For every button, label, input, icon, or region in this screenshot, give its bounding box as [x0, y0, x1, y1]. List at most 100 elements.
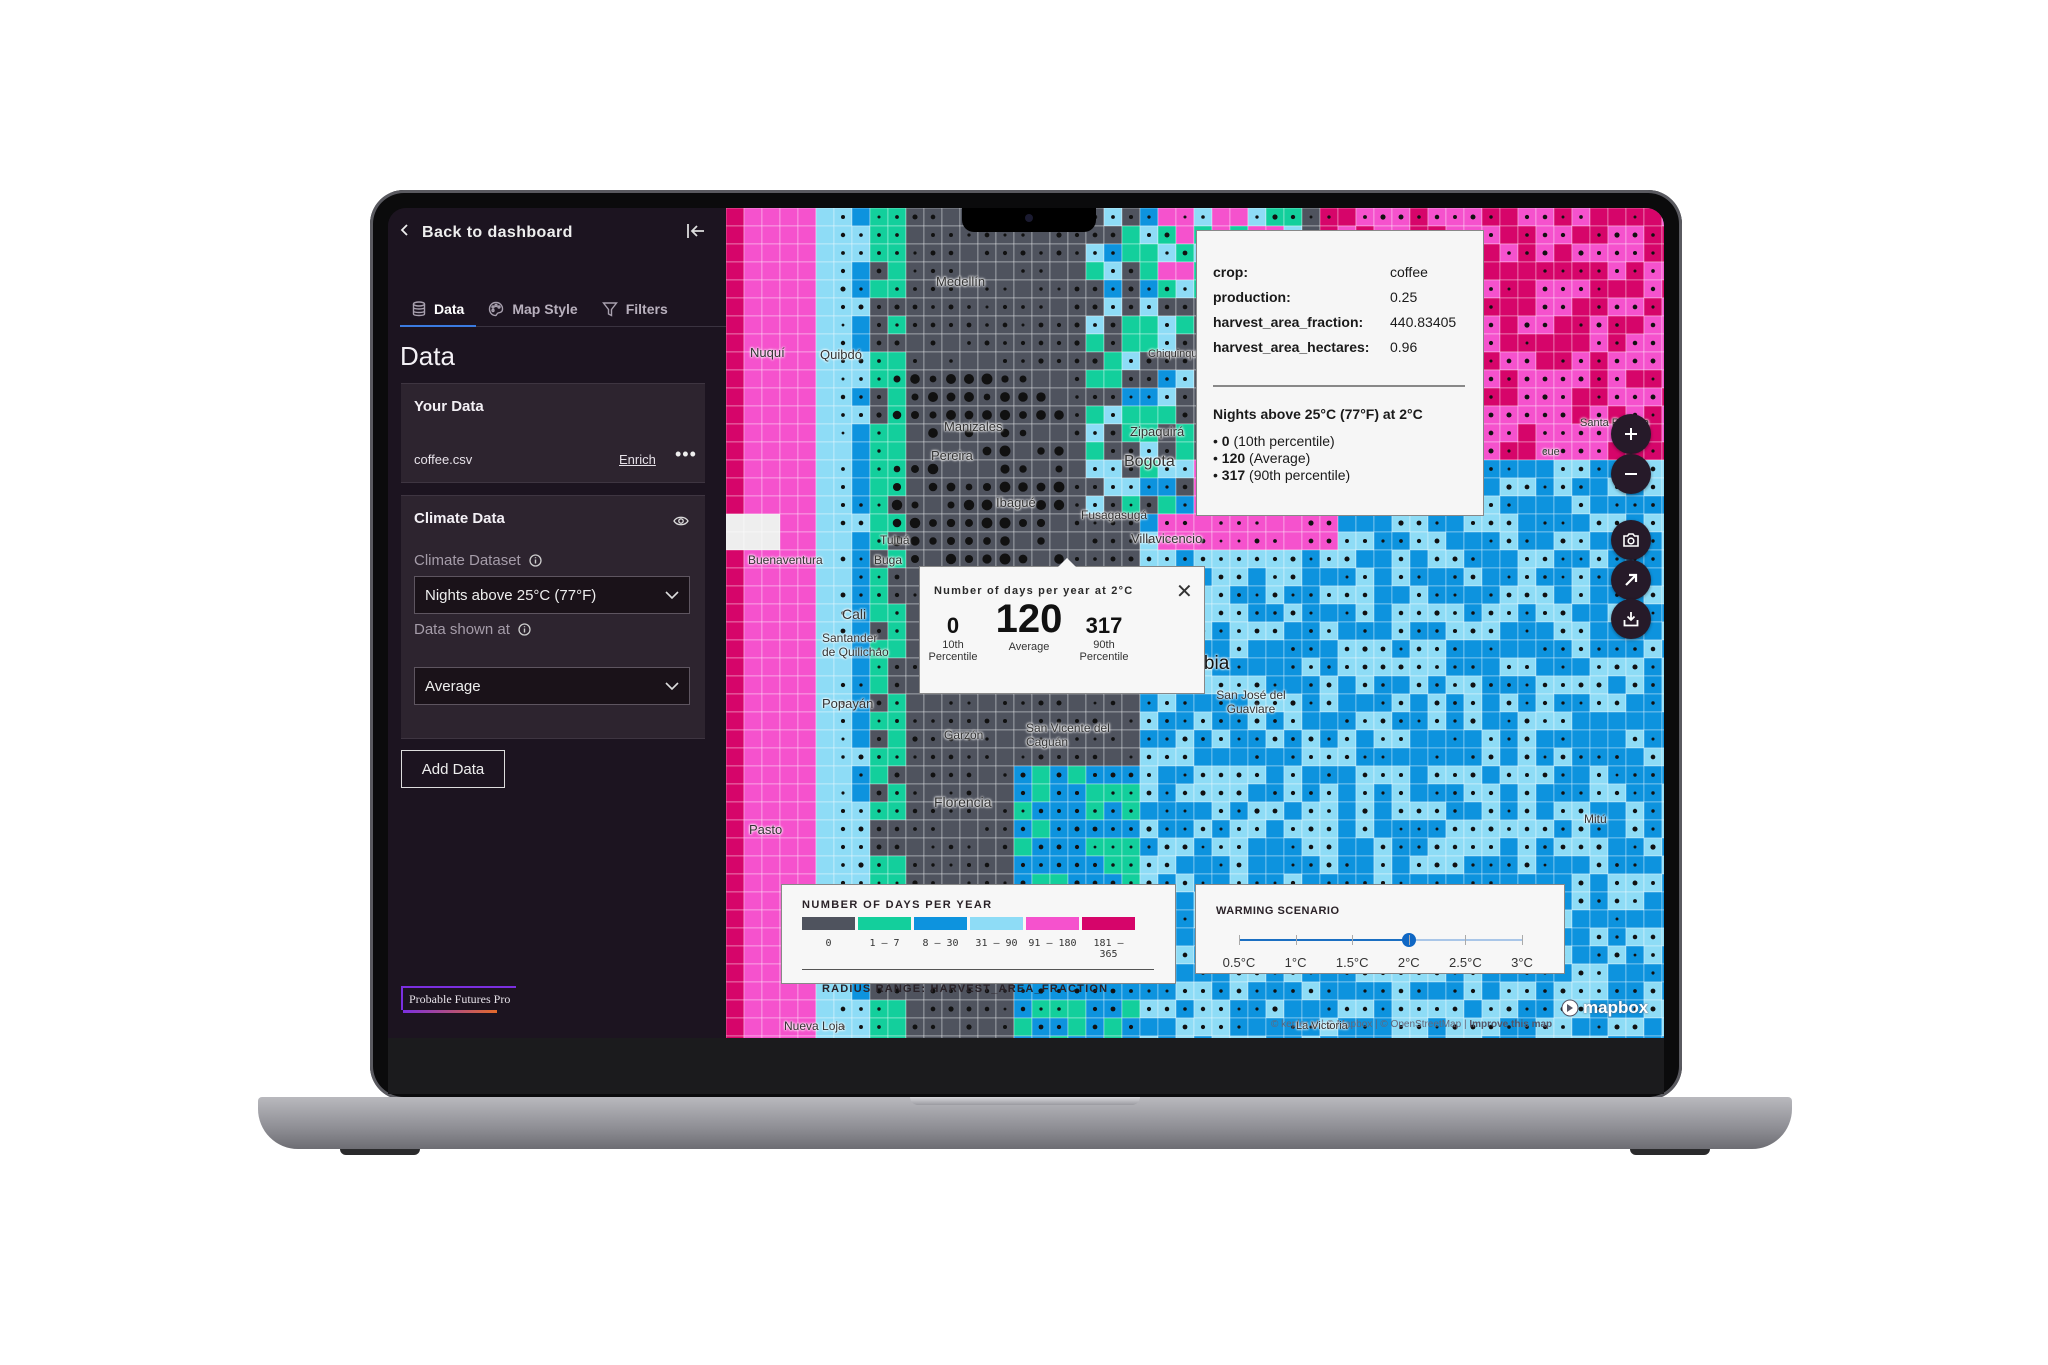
harvest-dot: [892, 410, 902, 420]
harvest-dot: [1615, 341, 1619, 345]
harvest-dot: [1560, 376, 1566, 382]
warming-option-label[interactable]: 2.5°C: [1449, 955, 1482, 970]
back-to-dashboard-link[interactable]: Back to dashboard: [400, 223, 573, 242]
brand-logo: Probable Futures Pro: [401, 986, 517, 1013]
warming-scenario-panel: WARMING SCENARIO 0.5°C 1°C 1.5°C 2°C 2.5°C 3°…: [1195, 884, 1565, 974]
harvest-dot: [1597, 899, 1601, 903]
grid-cell: [1535, 729, 1555, 749]
harvest-dot: [1578, 358, 1584, 364]
close-icon[interactable]: ✕: [1176, 579, 1193, 604]
grid-cell: [761, 621, 781, 641]
grid-cell: [1499, 639, 1519, 659]
grid-cell: [1463, 999, 1483, 1019]
place-label: Zipaquirá: [1130, 424, 1185, 439]
harvest-dot: [1650, 322, 1656, 328]
grid-cell: [1445, 1035, 1465, 1038]
grid-cell: [1589, 495, 1609, 515]
share-button[interactable]: [1611, 560, 1651, 600]
grid-cell: [959, 243, 979, 263]
grid-cell: [797, 297, 817, 317]
harvest-dot: [1542, 322, 1548, 328]
info-icon[interactable]: [529, 554, 542, 567]
warming-option-label[interactable]: 0.5°C: [1223, 955, 1256, 970]
add-data-button[interactable]: Add Data: [401, 750, 505, 788]
harvest-dot: [1021, 305, 1025, 309]
grid-cell: [797, 423, 817, 443]
place-label: La Victoria: [1296, 1020, 1348, 1032]
grid-cell: [726, 891, 745, 911]
zoom-out-button[interactable]: [1611, 454, 1651, 494]
grid-cell: [1049, 261, 1069, 281]
harvest-dot: [1489, 395, 1493, 399]
zoom-in-button[interactable]: [1611, 414, 1651, 454]
list-item: 317 (90th percentile): [1213, 467, 1350, 484]
grid-cell: [959, 351, 979, 371]
harvest-dot: [1614, 664, 1620, 670]
harvest-dot: [1020, 790, 1026, 796]
harvest-dot: [1561, 827, 1565, 831]
collapse-sidebar-icon[interactable]: [686, 222, 706, 245]
grid-cell: [797, 208, 817, 227]
map-canvas[interactable]: Medellín Nuquí Quibdó Chiquinquirá Maniz…: [726, 208, 1664, 1038]
grid-cell: [797, 765, 817, 785]
tab-filters[interactable]: Filters: [590, 292, 680, 325]
harvest-dot: [1035, 499, 1047, 511]
warming-option-label[interactable]: 2°C: [1398, 955, 1420, 970]
place-label: Tuluá: [880, 533, 910, 547]
grid-cell: [1319, 603, 1339, 623]
grid-cell: [815, 208, 835, 227]
grid-cell: [1661, 225, 1664, 245]
harvest-dot: [892, 482, 902, 492]
warming-option-label[interactable]: 1.5°C: [1336, 955, 1369, 970]
tab-data[interactable]: Data: [400, 292, 477, 327]
grid-cell: [761, 603, 781, 623]
screenshot-button[interactable]: [1611, 520, 1651, 560]
harvest-dot: [1019, 411, 1027, 419]
improve-map-link[interactable]: Improve this map: [1469, 1019, 1552, 1030]
grid-cell: [761, 567, 781, 587]
harvest-dot: [1579, 755, 1583, 759]
download-button[interactable]: [1611, 599, 1651, 639]
camera-notch: [962, 208, 1096, 232]
enrich-link[interactable]: Enrich: [619, 452, 656, 467]
harvest-dot: [929, 411, 937, 419]
grid-cell: [743, 945, 763, 965]
warming-option-label[interactable]: 1°C: [1285, 955, 1307, 970]
grid-cell: [779, 801, 799, 821]
grid-cell: [1337, 819, 1357, 839]
harvest-dot: [1291, 665, 1295, 669]
harvest-dot: [1561, 1025, 1565, 1029]
grid-cell: [995, 1035, 1015, 1038]
grid-cell: [1607, 819, 1627, 839]
harvest-dot: [1165, 557, 1169, 561]
legend-tick-label: 91 – 180: [1028, 938, 1077, 949]
warming-option-label[interactable]: 3°C: [1511, 955, 1533, 970]
harvest-dot: [1596, 934, 1602, 940]
grid-cell: [1031, 423, 1051, 443]
harvest-dot: [1489, 305, 1493, 309]
harvest-dot: [981, 373, 993, 385]
harvest-dot: [1381, 989, 1385, 993]
harvest-dot: [1435, 791, 1439, 795]
harvest-dot: [1074, 862, 1080, 868]
harvest-dot: [1614, 304, 1620, 310]
harvest-dot: [1308, 520, 1314, 526]
tab-map-style[interactable]: Map Style: [476, 292, 589, 325]
harvest-dot: [1615, 557, 1619, 561]
harvest-dot: [1057, 1007, 1061, 1011]
more-options-icon[interactable]: •••: [675, 444, 697, 465]
harvest-dot: [946, 536, 956, 546]
harvest-dot: [1506, 700, 1512, 706]
harvest-dot: [1578, 646, 1584, 652]
grid-cell: [779, 693, 799, 713]
harvest-dot: [1542, 376, 1548, 382]
harvest-dot: [1452, 556, 1458, 562]
data-shown-at-select[interactable]: Average: [414, 667, 690, 705]
climate-dataset-select[interactable]: Nights above 25°C (77°F): [414, 576, 690, 614]
harvest-dot: [967, 755, 971, 759]
harvest-dot: [1542, 412, 1548, 418]
info-icon[interactable]: [518, 623, 531, 636]
harvest-dot: [1182, 880, 1188, 886]
visibility-eye-icon[interactable]: [673, 514, 689, 532]
download-icon: [1623, 612, 1639, 627]
